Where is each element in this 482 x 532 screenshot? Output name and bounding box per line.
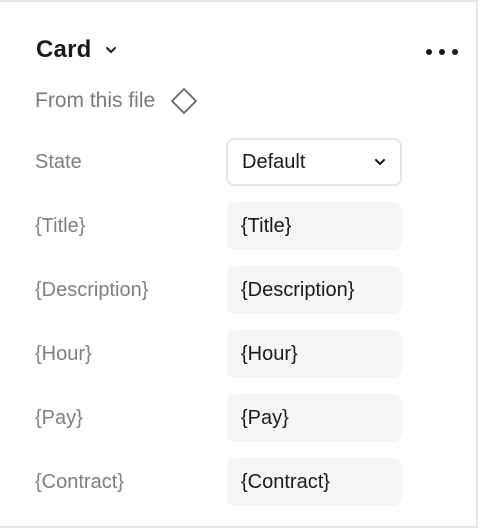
component-properties-panel: Card From this file State Default {Title…	[0, 0, 478, 528]
chevron-down-icon	[106, 47, 117, 53]
state-select[interactable]: Default	[226, 138, 402, 186]
title-text-field[interactable]: {Title}	[226, 202, 402, 250]
chevron-down-icon	[375, 159, 385, 165]
component-name-dropdown-button[interactable]	[103, 42, 119, 58]
property-label: {Contract}	[35, 470, 124, 493]
component-name: Card	[36, 36, 92, 63]
property-row-description: {Description} {Description}	[35, 266, 402, 314]
property-row-contract: {Contract} {Contract}	[35, 458, 402, 506]
property-label: {Pay}	[35, 406, 83, 429]
go-to-main-component-button[interactable]	[169, 86, 199, 116]
property-label: State	[35, 150, 82, 173]
hour-text-field[interactable]: {Hour}	[226, 330, 402, 378]
state-select-value: Default	[242, 150, 306, 173]
pay-text-field[interactable]: {Pay}	[226, 394, 402, 442]
property-row-title: {Title} {Title}	[35, 202, 402, 250]
property-row-state: State Default	[35, 138, 402, 186]
more-horizontal-icon	[426, 49, 458, 55]
property-row-hour: {Hour} {Hour}	[35, 330, 402, 378]
description-text-field[interactable]: {Description}	[226, 266, 402, 314]
property-row-pay: {Pay} {Pay}	[35, 394, 402, 442]
panel-header: Card	[36, 36, 119, 64]
property-label: {Hour}	[35, 342, 92, 365]
component-source: From this file	[35, 86, 199, 116]
diamond-component-icon	[171, 88, 198, 114]
source-label: From this file	[35, 89, 156, 112]
property-label: {Title}	[35, 214, 86, 237]
more-options-button[interactable]	[424, 40, 460, 64]
contract-text-field[interactable]: {Contract}	[226, 458, 402, 506]
property-label: {Description}	[35, 278, 149, 301]
